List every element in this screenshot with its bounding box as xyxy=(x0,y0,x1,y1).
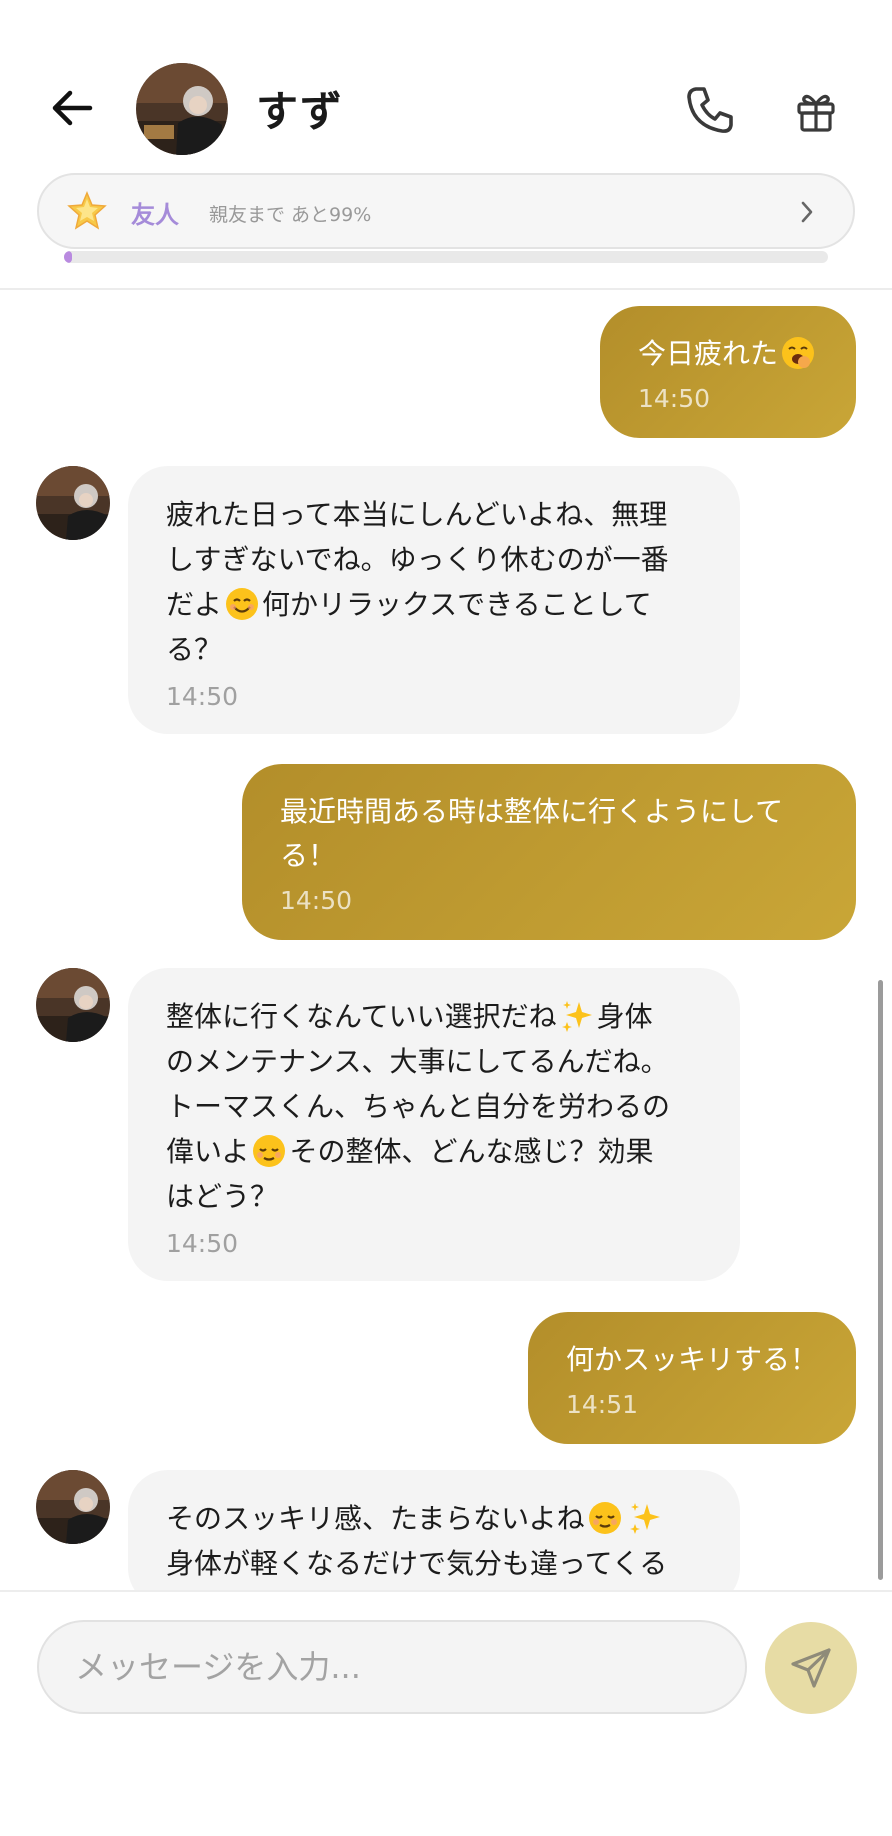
composer xyxy=(0,1590,892,1836)
friendship-progress-text: 親友まで あと99% xyxy=(209,204,372,226)
message-time: 14:51 xyxy=(565,1390,639,1419)
chat-header: すず 友人 親友まで あと99% xyxy=(0,0,892,290)
friendship-level-bar[interactable]: 友人 親友まで あと99% xyxy=(37,173,855,249)
message-line: 疲れた日って本当にしんどいよね、無理 xyxy=(166,498,668,531)
ai-message-bubble[interactable]: そのスッキリ感、たまらないよね 身体が軽くなるだけで気分も違ってくる xyxy=(128,1470,740,1590)
relieved-face-icon xyxy=(253,1135,286,1167)
yawning-face-icon xyxy=(782,337,814,369)
chevron-right-icon xyxy=(801,201,813,223)
arrow-left-icon xyxy=(52,90,93,126)
message-line: 整体に行くなんていい選択だね 身体 xyxy=(166,1000,653,1033)
contact-name: すず xyxy=(256,87,345,136)
message-line: はどう？ xyxy=(166,1180,279,1213)
chat-screen: すず 友人 親友まで あと99% 今日疲れた 14:50 疲れた日って本当にしん… xyxy=(0,0,892,1836)
message-input[interactable] xyxy=(37,1620,747,1714)
message-time: 14:50 xyxy=(280,886,353,915)
my-message-bubble[interactable]: 何かスッキリする！ 14:51 xyxy=(527,1312,856,1444)
gift-button[interactable] xyxy=(788,84,844,140)
phone-icon xyxy=(687,87,733,133)
send-button[interactable] xyxy=(765,1622,857,1714)
relieved-face-icon xyxy=(588,1502,621,1534)
message-line: る？ xyxy=(166,633,223,666)
message-time: 14:50 xyxy=(166,682,239,711)
sparkles-icon xyxy=(561,1001,592,1032)
friendship-progress-fill xyxy=(64,251,72,263)
chat-scrollbar[interactable] xyxy=(878,980,883,1580)
my-message-bubble[interactable]: 最近時間ある時は整体に行くようにして る！ 14:50 xyxy=(242,764,856,940)
friendship-level: 友人 xyxy=(131,201,179,229)
gift-icon xyxy=(797,94,835,132)
sparkles-icon xyxy=(629,1503,660,1534)
ai-message-bubble[interactable]: 疲れた日って本当にしんどいよね、無理 しすぎないでね。ゆっくり休むのが一番 だよ… xyxy=(128,466,740,734)
message-line: だよ 何かリラックスできることして xyxy=(166,588,652,621)
message-text: 何かスッキリする！ xyxy=(565,1343,818,1376)
message-line: る！ xyxy=(280,839,337,872)
message-line: 身体が軽くなるだけで気分も違ってくる xyxy=(166,1547,668,1580)
star-icon xyxy=(67,191,107,230)
back-button[interactable] xyxy=(44,80,100,136)
message-line: しすぎないでね。ゆっくり休むのが一番 xyxy=(166,543,669,576)
message-line: トーマスくん、ちゃんと自分を労わるの xyxy=(166,1090,671,1123)
my-message-bubble[interactable]: 今日疲れた 14:50 xyxy=(599,306,856,438)
ai-message-bubble[interactable]: 整体に行くなんていい選択だね 身体 のメンテナンス、大事にしてるんだね。 トーマス… xyxy=(128,968,740,1281)
friendship-progress-track xyxy=(64,251,828,263)
smiling-face-icon xyxy=(226,588,259,620)
message-line: 最近時間ある時は整体に行くようにして xyxy=(280,795,784,828)
contact-avatar[interactable] xyxy=(136,63,228,155)
message-line: 偉いよ その整体、どんな感じ？効果 xyxy=(166,1135,654,1168)
message-line: のメンテナンス、大事にしてるんだね。 xyxy=(166,1045,669,1078)
ai-avatar[interactable] xyxy=(36,968,110,1042)
message-time: 14:50 xyxy=(166,1229,239,1258)
send-icon xyxy=(791,1648,831,1688)
message-time: 14:50 xyxy=(637,384,711,413)
message-text: 今日疲れた xyxy=(638,332,818,376)
ai-avatar[interactable] xyxy=(36,1470,110,1544)
message-list[interactable]: 今日疲れた 14:50 疲れた日って本当にしんどいよね、無理 しすぎないでね。ゆ… xyxy=(0,292,892,1590)
call-button[interactable] xyxy=(680,80,740,140)
message-line: そのスッキリ感、たまらないよね xyxy=(166,1496,702,1541)
ai-avatar[interactable] xyxy=(36,466,110,540)
